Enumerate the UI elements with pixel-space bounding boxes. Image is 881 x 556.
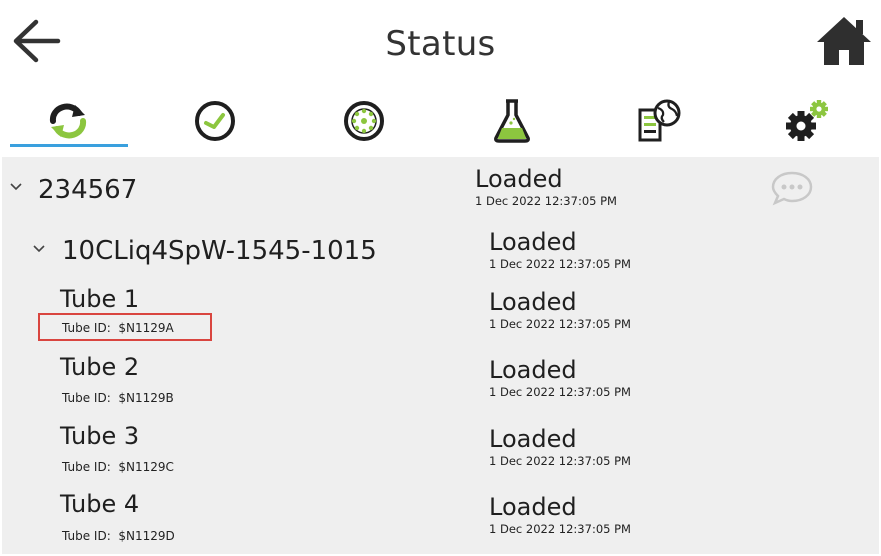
tube-id-label: Tube ID:: [62, 529, 111, 543]
status-text: Loaded: [489, 288, 577, 316]
tube-name[interactable]: Tube 3: [60, 422, 139, 450]
tube-id: Tube ID: $N1129D: [62, 529, 175, 543]
comment-icon: [771, 171, 813, 206]
page-title: Status: [385, 24, 496, 64]
tube-name[interactable]: Tube 4: [60, 490, 139, 518]
tab-bar: [0, 92, 881, 154]
tube-id-value: $N1129B: [118, 391, 174, 405]
tube-status: Loaded 1 Dec 2022 12:37:05 PM: [489, 493, 631, 537]
tube-id-label: Tube ID:: [62, 391, 111, 405]
comment-button[interactable]: [770, 170, 814, 206]
tube-id-value: $N1129C: [118, 460, 174, 474]
tab-lims[interactable]: [600, 92, 720, 150]
tube-status: Loaded 1 Dec 2022 12:37:05 PM: [489, 425, 631, 469]
status-text: Loaded: [489, 493, 577, 521]
batch-status: Loaded 1 Dec 2022 12:37:05 PM: [475, 165, 617, 209]
timestamp: 1 Dec 2022 12:37:05 PM: [489, 317, 631, 331]
status-text: Loaded: [489, 356, 577, 384]
tube-id-label: Tube ID:: [62, 460, 111, 474]
status-text: Loaded: [475, 165, 563, 193]
method-name[interactable]: 10CLiq4SpW-1545-1015: [62, 236, 377, 266]
header: Status: [0, 0, 881, 90]
timestamp: 1 Dec 2022 12:37:05 PM: [489, 257, 631, 271]
tube-id: Tube ID: $N1129C: [62, 460, 174, 474]
home-button[interactable]: [815, 14, 873, 68]
timestamp: 1 Dec 2022 12:37:05 PM: [489, 454, 631, 468]
tube-name[interactable]: Tube 1: [60, 285, 139, 313]
tube-id-value: $N1129D: [118, 529, 175, 543]
status-tree-panel: 234567 Loaded 1 Dec 2022 12:37:05 PM 10C…: [2, 157, 879, 554]
tab-status[interactable]: [8, 92, 128, 150]
status-text: Loaded: [489, 425, 577, 453]
flask-icon: [494, 99, 530, 143]
clock-icon: [195, 101, 235, 141]
tube-status: Loaded 1 Dec 2022 12:37:05 PM: [489, 288, 631, 332]
timestamp: 1 Dec 2022 12:37:05 PM: [489, 522, 631, 536]
chevron-down-icon[interactable]: [9, 182, 23, 192]
sync-status-icon: [49, 103, 87, 139]
tab-chemistry[interactable]: [452, 92, 572, 150]
tube-name[interactable]: Tube 2: [60, 353, 139, 381]
timestamp: 1 Dec 2022 12:37:05 PM: [475, 194, 617, 208]
tube-status: Loaded 1 Dec 2022 12:37:05 PM: [489, 356, 631, 400]
highlight-box: [38, 313, 212, 341]
batch-id[interactable]: 234567: [38, 175, 137, 205]
chevron-down-icon[interactable]: [32, 244, 46, 254]
status-text: Loaded: [489, 228, 577, 256]
rack-icon: [344, 101, 384, 141]
method-status: Loaded 1 Dec 2022 12:37:05 PM: [489, 228, 631, 272]
settings-icon: [786, 100, 828, 141]
timestamp: 1 Dec 2022 12:37:05 PM: [489, 385, 631, 399]
tab-schedule[interactable]: [155, 92, 275, 150]
tab-settings[interactable]: [748, 92, 868, 150]
tab-rack[interactable]: [304, 92, 424, 150]
tube-id: Tube ID: $N1129B: [62, 391, 174, 405]
lims-icon: [638, 99, 681, 142]
home-icon: [817, 17, 871, 65]
